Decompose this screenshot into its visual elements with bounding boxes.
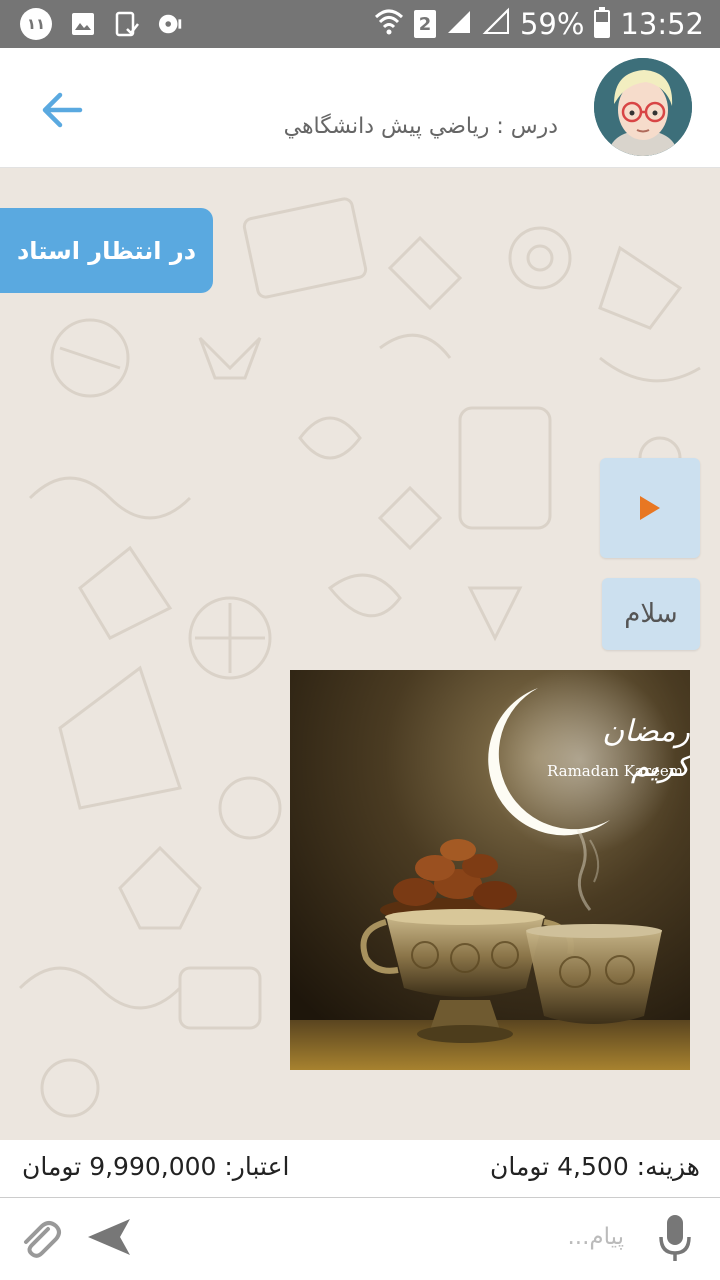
arrow-left-icon <box>42 92 83 128</box>
text-message: سلام <box>602 578 700 650</box>
clipboard-check-icon <box>114 11 140 37</box>
battery-icon <box>594 7 611 38</box>
media-icon <box>158 11 184 37</box>
status-bar-system: 2 59% 13:52 <box>374 0 704 48</box>
chat-area[interactable]: در انتظار استاد سلام رمضان كريم Ramadan … <box>0 168 720 1140</box>
send-icon <box>88 1219 130 1255</box>
cost-text: هزینه: 4,500 تومان <box>489 1152 700 1181</box>
microphone-icon <box>659 1215 691 1261</box>
sim-slot-badge: 2 <box>413 10 436 38</box>
credit-text: اعتبار: 9,990,000 تومان <box>22 1152 290 1181</box>
wifi-icon <box>374 7 404 42</box>
battery-percent: 59% <box>519 7 585 41</box>
status-bar-notifications: ۱۱ <box>20 8 184 40</box>
message-input[interactable] <box>160 1217 624 1257</box>
image-message[interactable]: رمضان كريم Ramadan Kareem <box>290 670 690 1070</box>
gallery-icon <box>70 11 96 37</box>
status-bar: ۱۱ 2 59% 13:52 <box>0 0 720 48</box>
play-icon[interactable] <box>638 494 662 522</box>
no-signal-icon <box>482 7 510 42</box>
send-button[interactable] <box>86 1217 132 1257</box>
paperclip-icon <box>24 1221 61 1258</box>
clock: 13:52 <box>620 7 704 41</box>
chat-header: درس : رياضي پيش دانشگاهي <box>0 48 720 168</box>
notification-count-badge: ۱۱ <box>20 8 52 40</box>
attach-button[interactable] <box>18 1215 62 1259</box>
teacher-avatar[interactable] <box>594 58 692 156</box>
message-input-bar <box>0 1199 720 1280</box>
course-title: درس : رياضي پيش دانشگاهي <box>283 114 558 139</box>
status-badge: در انتظار استاد <box>0 208 213 293</box>
balance-bar: اعتبار: 9,990,000 تومان هزینه: 4,500 توم… <box>0 1140 720 1198</box>
microphone-button[interactable] <box>658 1213 692 1263</box>
battery-level-fill <box>596 21 609 36</box>
signal-icon <box>446 7 472 42</box>
image-caption-english: Ramadan Kareem <box>547 762 684 780</box>
back-button[interactable] <box>34 82 90 138</box>
voice-message[interactable] <box>600 458 700 558</box>
